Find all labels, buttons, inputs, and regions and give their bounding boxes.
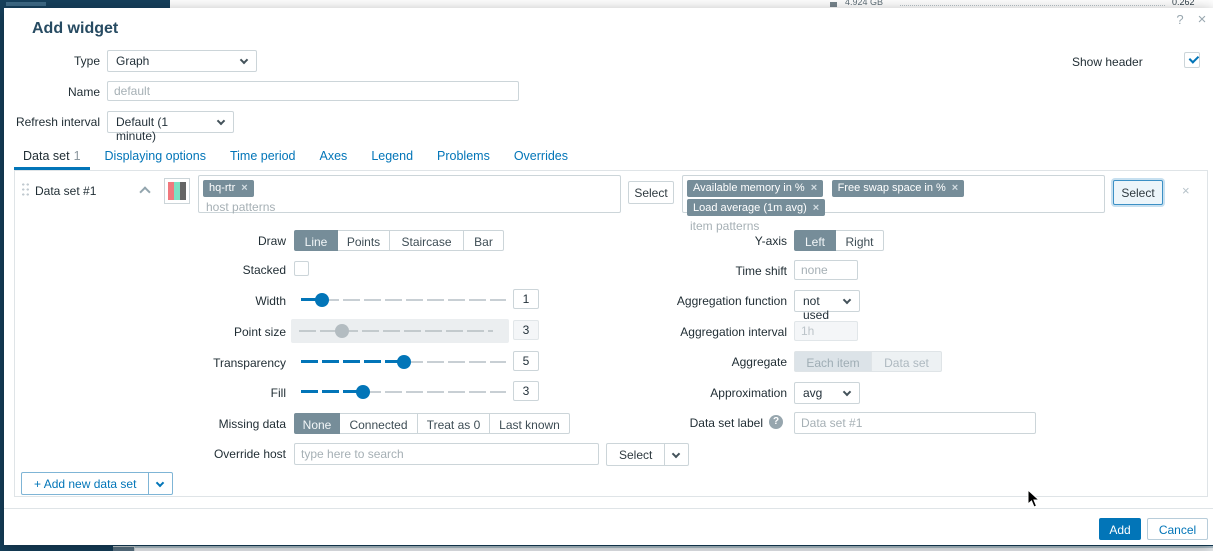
aggregation-interval-label: Aggregation interval xyxy=(15,325,787,339)
override-host-select-dropdown[interactable] xyxy=(665,443,689,466)
data-set-name: Data set #1 xyxy=(35,184,96,198)
add-new-data-set-dropdown[interactable] xyxy=(149,472,173,495)
footer-divider xyxy=(4,508,1213,509)
override-host-label: Override host xyxy=(15,447,286,461)
refresh-interval-value: Default (1 minute) xyxy=(116,115,168,143)
data-set-panel: Data set #1 hq-rtr× host patterns Select… xyxy=(14,170,1208,497)
host-chip: hq-rtr× xyxy=(203,180,254,197)
refresh-interval-select[interactable]: Default (1 minute) xyxy=(107,111,234,133)
name-input[interactable] xyxy=(107,81,519,101)
tab-data-set-count: 1 xyxy=(74,149,81,163)
background-bottom-border xyxy=(135,546,1213,548)
chip-remove-icon[interactable]: × xyxy=(813,202,819,214)
type-select-value: Graph xyxy=(116,54,149,68)
name-label: Name xyxy=(4,85,100,99)
override-host-select-split: Select xyxy=(606,443,689,466)
collapse-chevron-up-icon[interactable] xyxy=(139,186,150,197)
aggregation-function-select[interactable]: not used xyxy=(794,290,860,312)
host-patterns-field[interactable]: hq-rtr× host patterns xyxy=(198,175,621,213)
tab-axes[interactable]: Axes xyxy=(311,144,357,170)
add-new-data-set-split: + Add new data set xyxy=(21,472,173,495)
data-set-label-label: Data set label xyxy=(15,416,763,430)
tab-displaying-options[interactable]: Displaying options xyxy=(96,144,215,170)
tab-overrides[interactable]: Overrides xyxy=(505,144,577,170)
help-icon[interactable]: ? xyxy=(1172,12,1188,28)
host-select-button[interactable]: Select xyxy=(628,181,674,204)
dialog-tabs: Data set1 Displaying options Time period… xyxy=(14,143,583,170)
add-new-data-set-button[interactable]: + Add new data set xyxy=(21,472,149,495)
time-shift-label: Time shift xyxy=(15,264,787,278)
plus-icon: + xyxy=(34,477,44,491)
chevron-down-icon xyxy=(843,388,851,396)
approximation-select[interactable]: avg xyxy=(794,382,860,404)
data-set-label-input[interactable] xyxy=(794,412,1036,434)
aggregate-data-set-button: Data set xyxy=(872,351,942,372)
aggregation-function-label: Aggregation function xyxy=(15,294,787,308)
type-select[interactable]: Graph xyxy=(107,50,257,72)
aggregate-label: Aggregate xyxy=(15,355,787,369)
host-patterns-placeholder: host patterns xyxy=(203,198,616,214)
chip-remove-icon[interactable]: × xyxy=(811,182,817,194)
y-axis-segmented: Left Right xyxy=(794,230,884,251)
chevron-down-icon xyxy=(217,117,225,125)
approximation-label: Approximation xyxy=(15,386,787,400)
item-patterns-placeholder: item patterns xyxy=(687,217,1100,233)
chip-remove-icon[interactable]: × xyxy=(952,182,958,194)
y-axis-left-button[interactable]: Left xyxy=(794,230,836,251)
background-size-text: 4.924 GB xyxy=(845,0,883,7)
cancel-button[interactable]: Cancel xyxy=(1147,518,1208,540)
dialog-title: Add widget xyxy=(32,20,118,38)
background-sidebar xyxy=(0,0,170,8)
add-button[interactable]: Add xyxy=(1099,518,1141,540)
item-select-button[interactable]: Select xyxy=(1113,180,1163,205)
close-icon[interactable]: × xyxy=(1194,11,1210,27)
item-patterns-field[interactable]: Available memory in %× Free swap space i… xyxy=(682,175,1105,213)
tab-problems[interactable]: Problems xyxy=(428,144,499,170)
background-sidebar-mark xyxy=(6,2,46,6)
override-host-select-button[interactable]: Select xyxy=(606,443,665,466)
chevron-down-icon xyxy=(156,479,164,487)
background-time-text: 0.262 xyxy=(1172,0,1195,7)
background-page-top: 4.924 GB 0.262 xyxy=(0,0,1213,8)
item-chip: Load average (1m avg)× xyxy=(687,199,825,216)
item-chip: Free swap space in %× xyxy=(832,180,965,197)
drag-handle-icon[interactable] xyxy=(21,182,30,197)
swatch-gray xyxy=(180,182,186,200)
background-host-icon xyxy=(830,2,837,7)
time-shift-input[interactable] xyxy=(794,260,858,280)
aggregation-interval-input xyxy=(794,321,858,341)
aggregation-function-value: not used xyxy=(803,294,829,322)
add-widget-dialog: Add widget ? × Type Graph Name Refresh i… xyxy=(4,8,1213,545)
background-sidebar-bottom xyxy=(0,546,113,551)
tab-time-period[interactable]: Time period xyxy=(221,144,305,170)
show-header-label: Show header xyxy=(1072,55,1143,69)
override-host-input[interactable] xyxy=(294,443,599,465)
chevron-down-icon xyxy=(843,296,851,304)
refresh-interval-label: Refresh interval xyxy=(4,115,100,129)
tab-data-set[interactable]: Data set1 xyxy=(14,144,90,170)
aggregate-each-item-button: Each item xyxy=(794,351,872,372)
chevron-down-icon xyxy=(672,450,680,458)
chevron-down-icon xyxy=(240,56,248,64)
chip-remove-icon[interactable]: × xyxy=(241,182,247,194)
help-circle-icon[interactable]: ? xyxy=(769,415,783,429)
item-chip: Available memory in %× xyxy=(687,180,823,197)
remove-data-set-icon[interactable]: × xyxy=(1182,183,1190,198)
show-header-checkbox[interactable] xyxy=(1184,52,1200,68)
background-page-bottom xyxy=(0,546,1213,551)
y-axis-label: Y-axis xyxy=(15,234,787,248)
color-palette-swatch[interactable] xyxy=(164,178,190,204)
background-bottom-segment xyxy=(113,546,135,551)
tab-legend[interactable]: Legend xyxy=(362,144,422,170)
y-axis-right-button[interactable]: Right xyxy=(836,230,884,251)
background-dotted-leader xyxy=(900,5,1165,6)
approximation-value: avg xyxy=(803,386,822,400)
aggregate-segmented: Each item Data set xyxy=(794,351,942,372)
type-label: Type xyxy=(4,54,100,68)
